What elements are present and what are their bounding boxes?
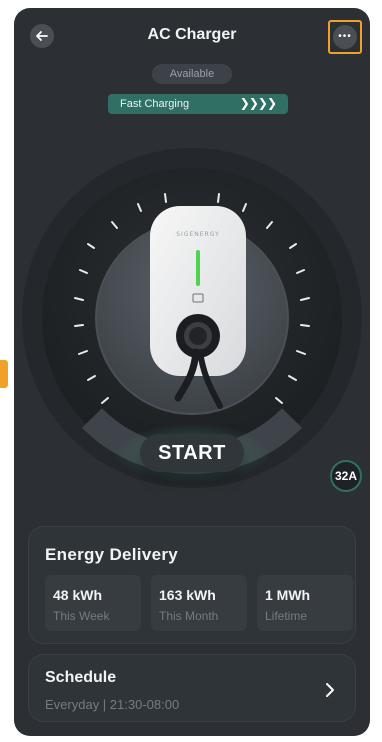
fast-charging-label: Fast Charging — [120, 98, 190, 110]
metric-value: 48 kWh — [53, 587, 103, 603]
metric-label: Lifetime — [265, 609, 308, 623]
more-options-button[interactable]: ••• — [333, 25, 357, 49]
metric-this-month: 163 kWh This Month — [151, 575, 247, 631]
fast-forward-icon: ❯❯❯❯ — [239, 96, 277, 110]
schedule-subtitle: Everyday | 21:30-08:00 — [45, 697, 180, 712]
current-setting-button[interactable]: 32A — [330, 460, 362, 492]
selection-marker — [0, 360, 8, 388]
metric-label: This Week — [53, 609, 110, 623]
ac-charger-screen: AC Charger ••• Available Fast Charging ❯… — [14, 8, 370, 736]
metric-value: 1 MWh — [265, 587, 311, 603]
ellipsis-icon: ••• — [338, 31, 352, 42]
brand-text: SIGENERGY — [176, 231, 219, 238]
chevron-right-icon — [326, 683, 334, 697]
status-badge: Available — [152, 64, 232, 84]
start-button[interactable]: START — [140, 434, 244, 472]
more-options-highlight: ••• — [328, 20, 362, 54]
energy-delivery-title: Energy Delivery — [45, 545, 179, 564]
schedule-title: Schedule — [45, 669, 117, 686]
fast-charging-badge[interactable]: Fast Charging ❯❯❯❯ — [108, 94, 288, 114]
metric-value: 163 kWh — [159, 587, 216, 603]
metric-label: This Month — [159, 609, 219, 623]
page-title: AC Charger — [147, 26, 237, 43]
top-bar: AC Charger ••• — [14, 8, 370, 64]
metric-lifetime: 1 MWh Lifetime — [257, 575, 353, 631]
energy-delivery-card: Energy Delivery 48 kWh This Week 163 kWh… — [28, 526, 356, 644]
metric-this-week: 48 kWh This Week — [45, 575, 141, 631]
schedule-card[interactable]: Schedule Everyday | 21:30-08:00 — [28, 654, 356, 722]
